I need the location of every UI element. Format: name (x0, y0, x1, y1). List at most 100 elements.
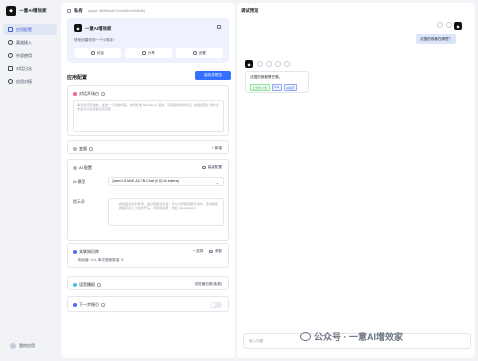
variable-icon (73, 147, 77, 151)
help-icon[interactable] (97, 283, 101, 287)
bot-message: 法国的首都是巴黎。 上下文: 2 条 0.1s AI对话 (245, 71, 309, 93)
sidebar-nav: 应用配置 渠道接入 外部使用 对话日志 应用对接 (3, 24, 57, 89)
variables-title: 变量 (79, 146, 87, 151)
globe-icon (8, 53, 13, 58)
chat-button-label: 对话 (96, 50, 104, 55)
share-button-label: 分享 (147, 50, 155, 55)
save-preview-button[interactable]: 保存并预览 (195, 71, 231, 80)
params-button[interactable]: 参数 (215, 249, 222, 254)
ai-config-head: AI 配置 (73, 165, 92, 171)
prompt-input[interactable]: 模型固定的引导词，通过调整该内容，可以引导模型聊天方向。该内容会被固定在上下文的… (108, 198, 224, 226)
add-variable-button[interactable]: + 新增 (212, 146, 222, 151)
agent-desc: 快来创建你的一个小助手~ (74, 38, 116, 42)
bot-message-tags: 上下文: 2 条 0.1s AI对话 (250, 84, 304, 91)
knowledge-head: 关联知识库 (73, 249, 99, 255)
my-apps-link[interactable]: 我的应用 (10, 343, 35, 349)
copy-icon[interactable] (437, 22, 443, 28)
next-step-head: 下一步指引 (73, 302, 105, 308)
settings-button[interactable]: 设置 (176, 48, 223, 58)
sidebar-item-channels[interactable]: 渠道接入 (3, 37, 57, 48)
next-step-toggle[interactable] (210, 302, 222, 308)
opening-message-head: 对话开场白 (73, 91, 105, 97)
brand[interactable]: ◆ 一意AI增效家 (6, 6, 47, 16)
voice-select[interactable]: 浏览器自带(免费) (194, 282, 222, 287)
brand-logo-icon: ◆ (6, 6, 16, 16)
database-icon (73, 250, 77, 254)
share-icon (142, 51, 146, 55)
model-label: AI 模型 (73, 180, 86, 184)
watermark-text: 公众号 · 一意AI增效家 (314, 332, 403, 342)
knowledge-info: 相似度: 0.4, 单次搜索数量: 5 (78, 258, 124, 262)
voice-box: 语音播报 浏览器自带(免费) (67, 276, 229, 290)
knowledge-box: 关联知识库 + 选择 参数 相似度: 0.4, 单次搜索数量: 5 (67, 243, 229, 268)
refresh-icon[interactable] (446, 22, 452, 28)
type-tag[interactable]: AI对话 (283, 84, 297, 91)
model-select[interactable]: Qwen1.5-MoE-A2.7B-Chat (0 元/1k tokens) ⌄ (108, 177, 224, 186)
sidebar-item-label: 渠道接入 (16, 39, 32, 45)
advanced-config-button[interactable]: 高级配置 (202, 165, 222, 170)
knowledge-title: 关联知识库 (79, 249, 99, 254)
preview-title: 调试预览 (241, 8, 259, 13)
select-knowledge-button[interactable]: + 选择 (193, 249, 203, 254)
delete-icon[interactable] (217, 25, 221, 29)
knowledge-actions: + 选择 参数 (193, 249, 222, 254)
share-button[interactable]: 分享 (125, 48, 172, 58)
lock-icon (67, 9, 71, 13)
preview-panel: 调试预览 ◆ 法国的首都在哪里？ ◆ 法国的首都是巴黎。 上下文: 2 条 0.… (237, 3, 475, 358)
watermark: 公众号 · 一意AI增效家 (300, 330, 403, 343)
chat-button[interactable]: 对话 (74, 48, 121, 58)
config-panel: 私有 (appid: 6f6f6f3a4b7a4d1f6b4c5b6b4b) ◆… (61, 3, 235, 358)
sidebar-item-app-config[interactable]: 应用配置 (3, 24, 57, 35)
trash-icon[interactable] (284, 61, 290, 67)
speaker-icon (73, 283, 77, 287)
ai-config-box: AI 配置 高级配置 AI 模型 Qwen1.5-MoE-A2.7B-Chat … (67, 159, 229, 241)
bot-avatar: ◆ (245, 60, 253, 68)
voice-head: 语音播报 (73, 282, 101, 288)
back-arrow-icon (10, 343, 16, 349)
wechat-icon (300, 332, 311, 341)
sidebar-item-label: 应用对接 (16, 78, 32, 84)
opening-message-input[interactable]: 每次对话开始前，发送一个初始内容。支持标准 Markdown 语法，可使用的额外… (73, 100, 224, 132)
log-icon (8, 66, 13, 71)
variables-box: 变量 + 新增 (67, 140, 229, 154)
user-message: 法国的首都在哪里？ (416, 34, 457, 44)
context-tag[interactable]: 上下文: 2 条 (250, 84, 270, 91)
agent-card: ◆ 一意AI增效家 快来创建你的一个小助手~ 对话 分享 设置 (67, 18, 229, 63)
prompt-label: 提示词 (73, 200, 85, 204)
help-icon[interactable] (101, 92, 105, 96)
sidebar-item-external[interactable]: 外部使用 (3, 50, 57, 61)
section-title: 应用配置 (67, 75, 88, 81)
sidebar-item-label: 外部使用 (16, 52, 32, 58)
params-icon (209, 249, 213, 254)
speaker-icon[interactable] (266, 61, 272, 67)
gear-icon (193, 51, 197, 55)
settings-button-label: 设置 (198, 50, 206, 55)
sidebar-item-logs[interactable]: 对话日志 (3, 63, 57, 74)
help-icon[interactable] (89, 147, 93, 151)
sidebar-item-label: 对话日志 (16, 65, 32, 71)
refresh-icon[interactable] (275, 61, 281, 67)
variables-head: 变量 (73, 146, 93, 152)
next-step-box: 下一步指引 (67, 296, 229, 312)
ai-icon (73, 166, 77, 170)
advanced-config-label: 高级配置 (207, 165, 222, 169)
model-select-value: Qwen1.5-MoE-A2.7B-Chat (0 元/1k tokens) (112, 179, 180, 183)
gear-icon (202, 165, 206, 170)
agent-logo-icon: ◆ (74, 24, 82, 32)
sidebar-item-integration[interactable]: 应用对接 (3, 76, 57, 87)
time-tag: 0.1s (271, 84, 282, 91)
opening-message-box: 对话开场白 每次对话开始前，发送一个初始内容。支持标准 Markdown 语法，… (67, 85, 229, 136)
help-icon[interactable] (101, 303, 105, 307)
chat-icon (91, 51, 95, 55)
sidebar: ◆ 一意AI增效家 应用配置 渠道接入 外部使用 对话日志 应用对接 我的应用 (0, 0, 60, 361)
my-apps-label: 我的应用 (19, 343, 35, 348)
agent-name: 一意AI增效家 (85, 25, 112, 31)
link-icon (8, 79, 13, 84)
config-header: 私有 (appid: 6f6f6f3a4b7a4d1f6b4c5b6b4b) (67, 8, 145, 14)
app-id: (appid: 6f6f6f3a4b7a4d1f6b4c5b6b4b) (87, 9, 146, 13)
opening-message-title: 对话开场白 (79, 91, 99, 96)
sidebar-item-label: 应用配置 (16, 26, 32, 32)
chevron-down-icon: ⌄ (215, 180, 219, 185)
copy-icon[interactable] (257, 61, 263, 67)
agent-actions: 对话 分享 设置 (74, 48, 223, 58)
